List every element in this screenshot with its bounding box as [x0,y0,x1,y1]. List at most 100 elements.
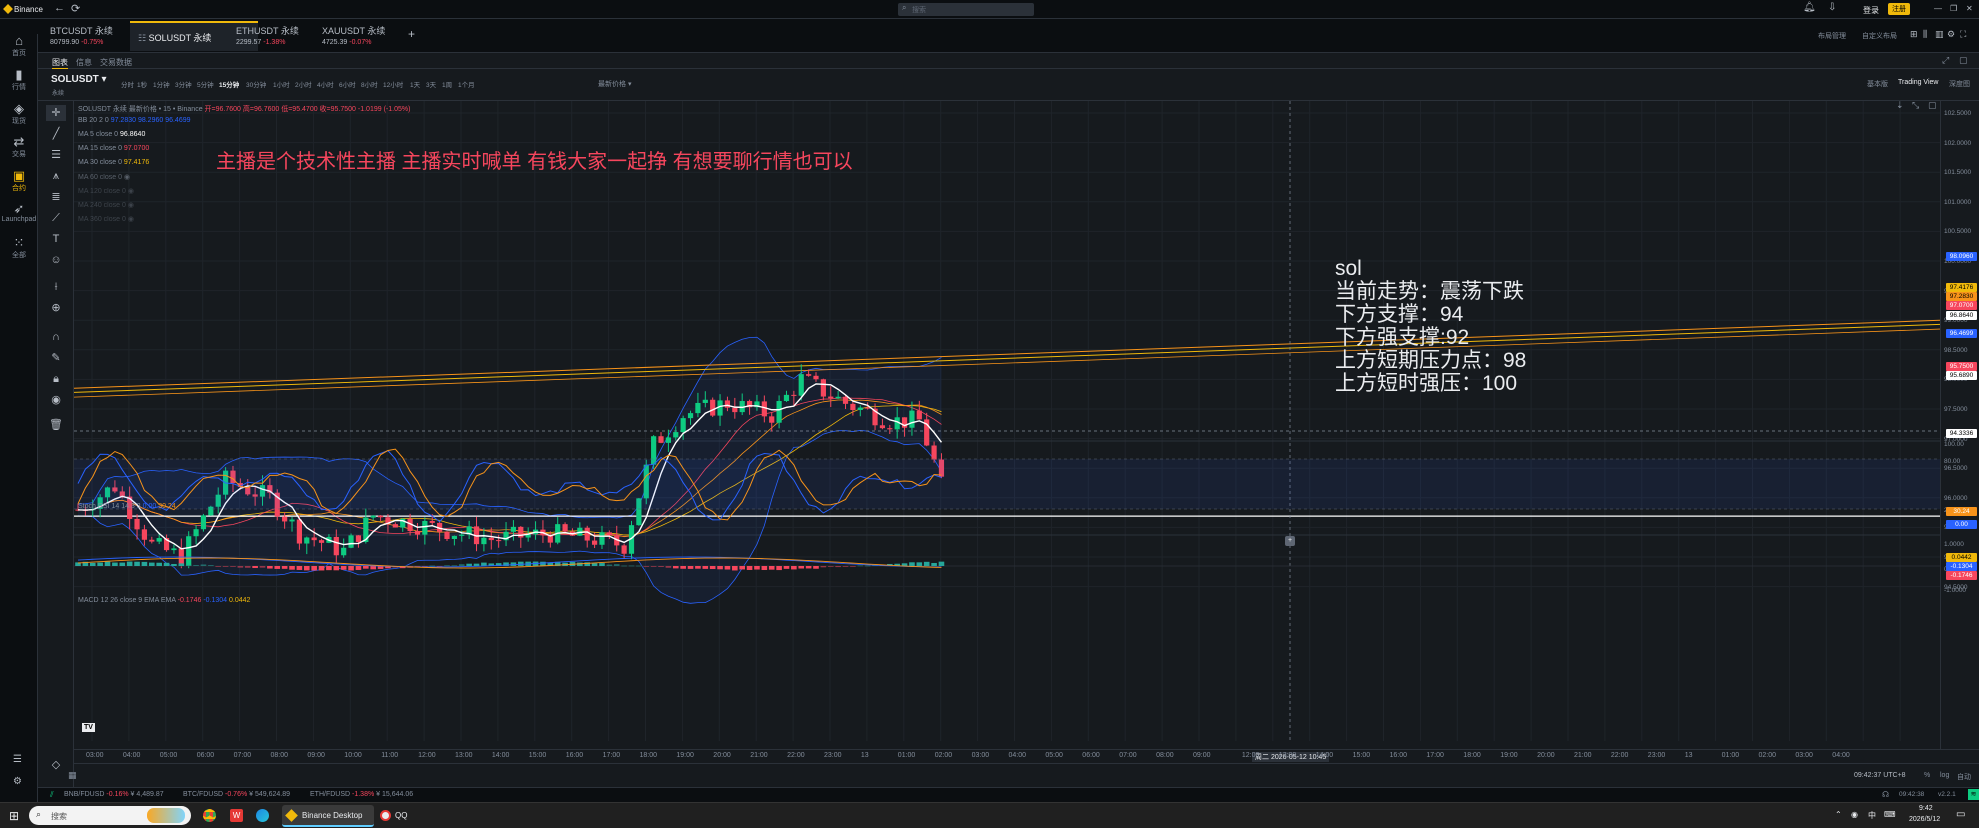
eye-icon[interactable]: ◉ [128,216,134,223]
interval-15[interactable]: 1周 [442,79,452,89]
settings-icon[interactable]: ⚙ [13,776,22,787]
window-icon[interactable]: ▢ [1959,55,1968,66]
zoom-icon[interactable]: ⊕ [46,300,66,316]
edge-icon[interactable] [256,809,269,822]
trash-icon[interactable]: 🗑︎ [46,417,66,433]
nav-home[interactable]: ⌂ 首页 [0,34,38,58]
tray-app-icon[interactable]: ◉ [1851,810,1858,819]
taskbar-search[interactable]: ⌕ 搜索 [29,806,191,825]
tray-input-icon[interactable]: ⌨ [1884,810,1896,819]
ticker-btc[interactable]: BTC/FDUSD -0.76% ¥ 549,624.89 [183,791,290,798]
tray-lang[interactable]: 中 [1868,810,1876,821]
interval-5[interactable]: 15分钟 [219,79,239,89]
nav-all[interactable]: ⁙ 全部 [0,236,38,260]
eye-icon[interactable]: ◉ [128,202,134,209]
ticker-bnb[interactable]: BNB/FDUSD -0.16% ¥ 4,489.87 [64,791,164,798]
minimize-button[interactable]: — [1934,4,1942,13]
chart-window-icon[interactable]: ▢ [1928,100,1937,111]
percent-toggle[interactable]: % [1924,772,1930,779]
interval-7[interactable]: 1小时 [273,79,290,89]
notification-icon[interactable]: ▭ [1956,809,1965,820]
register-button[interactable]: 注册 [1888,3,1910,15]
refresh-icon[interactable]: ⟳ [71,2,80,15]
add-tab-button[interactable]: + [408,27,415,41]
price-type-select[interactable]: 最新价格 ▾ [598,79,631,89]
price-axis[interactable]: 102.5000 102.0000 101.5000 101.0000 100.5000… [1940,101,1979,749]
tray-chevron-icon[interactable]: ⌃ [1835,810,1842,819]
auto-toggle[interactable]: 自动 [1957,772,1971,782]
horizontal-lines-icon[interactable]: ☰ [46,147,66,163]
legend-indicator-row[interactable]: MA 240 close 0 ◉ [78,201,134,209]
legend-indicator-row[interactable]: MA 15 close 0 97.0700 [78,145,149,152]
fib-icon[interactable]: ≣ [46,189,66,205]
layers-icon[interactable]: ◇ [46,757,66,773]
tab-info[interactable]: 信息 [76,57,92,68]
taskbar-app-binance[interactable]: Binance Desktop [282,805,374,827]
trend-line-icon[interactable]: ╱ [46,126,66,142]
fullscreen-icon[interactable]: ⛶ [1960,29,1966,40]
legend-indicator-row[interactable]: MA 120 close 0 ◉ [78,187,134,195]
nav-spot[interactable]: ◈ 现货 [0,102,38,126]
windows-start-icon[interactable]: ⊞ [9,809,19,823]
download-icon[interactable]: ⇩ [1828,2,1836,13]
text-icon[interactable]: T [46,231,66,247]
taskbar-app-qq[interactable]: QQ [376,805,420,827]
scroll-down-icon[interactable]: ⇣ [1896,100,1904,111]
expand-icon[interactable]: ⤢ [1942,55,1949,66]
eye-icon[interactable]: ◉ [46,392,66,408]
tab-btcusdt[interactable]: BTCUSDT 永续 80799.90 -0.75% [42,21,128,51]
chart-expand-icon[interactable]: ⤡ [1912,100,1919,111]
back-icon[interactable]: ← [54,2,65,14]
maximize-button[interactable]: ❐ [1950,4,1957,13]
calendar-icon[interactable]: ▦ [68,770,77,781]
legend-indicator-row[interactable]: MA 360 close 0 ◉ [78,215,134,223]
time-axis[interactable]: 03:00 04:00 05:00 06:00 07:00 08:00 09:00 10:00… [74,749,1979,763]
view-basic[interactable]: 基本版 [1867,79,1888,89]
pencil-lock-icon[interactable]: ✎ [46,350,66,366]
chart-area[interactable]: SOLUSDT 永续 最新价格 • 15 • Binance 开=96.7600… [74,100,1940,749]
eye-icon[interactable]: ◉ [128,188,134,195]
custom-layout[interactable]: 自定义布局 [1862,31,1897,41]
view-tradingview[interactable]: Trading View [1898,79,1938,86]
tab-ethusdt[interactable]: ETHUSDT 永续 2299.57 -1.38% [228,21,314,51]
columns-icon[interactable]: ▥ [1935,29,1944,40]
chart-canvas[interactable] [74,101,1940,749]
tab-trade-data[interactable]: 交易数据 [100,57,132,68]
interval-1[interactable]: 1秒 [137,79,147,89]
interval-8[interactable]: 2小时 [295,79,312,89]
interval-13[interactable]: 1天 [410,79,420,89]
emoji-icon[interactable]: ☺ [46,252,66,268]
interval-3[interactable]: 3分钟 [175,79,192,89]
interval-2[interactable]: 1分钟 [153,79,170,89]
legend-indicator-row[interactable]: MA 5 close 0 96.8640 [78,131,145,138]
search-box[interactable]: ⌕ 搜索 [898,3,1034,16]
ruler-icon[interactable]: ⟊ [46,279,66,295]
login-button[interactable]: 登录 [1863,5,1879,16]
bell-icon[interactable]: 🔔︎ [1803,2,1816,13]
bars-icon[interactable]: ⫼ [1923,29,1927,40]
headset-icon[interactable]: ☊ [1882,790,1889,799]
magnet-icon[interactable]: ∩ [46,329,66,345]
nav-launchpad[interactable]: ➶ Launchpad [0,202,38,224]
ticker-eth[interactable]: ETH/FDUSD -1.38% ¥ 15,644.06 [310,791,413,798]
legend-indicator-row[interactable]: BB 20 2 0 97.2830 98.2960 96.4699 [78,117,191,124]
list-icon[interactable]: ☰ [13,754,22,765]
interval-11[interactable]: 8小时 [361,79,378,89]
eye-icon[interactable]: ◉ [124,174,130,181]
log-toggle[interactable]: log [1940,772,1949,779]
crosshair-icon[interactable]: ✛ [46,105,66,121]
chrome-icon[interactable] [203,809,216,822]
lock-icon[interactable]: 🔒︎ [46,371,66,387]
interval-6[interactable]: 30分钟 [246,79,266,89]
interval-14[interactable]: 3天 [426,79,436,89]
legend-indicator-row[interactable]: MA 30 close 0 97.4176 [78,159,149,166]
interval-10[interactable]: 6小时 [339,79,356,89]
symbol-selector[interactable]: SOLUSDT ▾ [51,74,107,85]
nav-futures[interactable]: ▣ 合约 [0,169,38,193]
gear-icon[interactable]: ⚙ [1947,29,1955,40]
nav-trade[interactable]: ⇄ 交易 [0,135,38,159]
interval-9[interactable]: 4小时 [317,79,334,89]
tab-xauusdt[interactable]: XAUUSDT 永续 4725.39 -0.07% [314,21,400,51]
interval-0[interactable]: 分时 [121,79,134,89]
legend-indicator-row[interactable]: MA 60 close 0 ◉ [78,173,130,181]
